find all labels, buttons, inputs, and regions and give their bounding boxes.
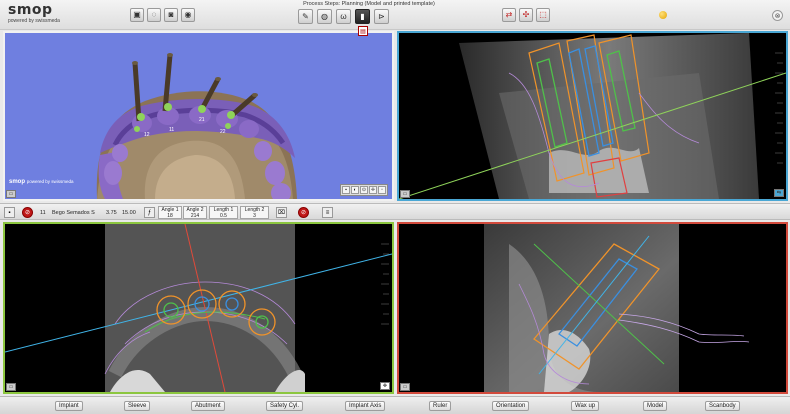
tooth-label-11: 11 [169,127,175,133]
layout-tools-group: ⇄ ✣ ⬚ [502,8,550,22]
logo-subtitle: powered by swissmeda [8,18,60,24]
model-3d-render [96,53,297,199]
app-logo: smop powered by swissmeda [8,2,60,24]
implant-axis-toggle-button[interactable]: Implant Axis [345,401,386,411]
ct-axial-viewport[interactable]: ▭ ✥ [3,222,394,394]
orientation-toggle-button[interactable]: Orientation [492,401,530,411]
layout-icon-1[interactable]: ⇄ [502,8,516,22]
list-icon[interactable]: ≡ [322,207,333,218]
smop-planning-window: smop powered by swissmeda ▣ ◌ ◙ ◉ Proces… [0,0,790,414]
layout-icon-3[interactable]: ⬚ [536,8,550,22]
abutment-toggle-button[interactable]: Abutment [191,401,225,411]
tooth-label-22: 22 [220,129,226,135]
length2-box: Length 2 3 [240,206,269,219]
lock-icon[interactable]: ⊘ [298,207,309,218]
save-icon[interactable]: ▣ [130,8,144,22]
angle1-box: Angle 1 18 [158,206,182,219]
model-toggle-button[interactable]: Model [643,401,668,411]
angle1-value: 18 [167,213,173,219]
model-step-icon[interactable]: ✎ [298,9,313,24]
layout-icon-2[interactable]: ✣ [519,8,533,22]
top-toolbar: smop powered by swissmeda ▣ ◌ ◙ ◉ Proces… [0,0,790,36]
process-step-buttons: ✎ ◍ ω ▮ ⊳ [298,9,389,24]
implant-id: 11 [40,209,46,216]
visibility-toggle-bar: Implant Sleeve Abutment Safety Cyl. Impl… [0,396,790,414]
viewport-logo-text: smop [9,179,26,185]
implant-length: 15.00 [122,209,136,216]
implant-toggle-button[interactable]: Implant [55,401,83,411]
ruler-toggle-button[interactable]: Ruler [429,401,452,411]
teeth-step-icon[interactable]: ω [336,9,351,24]
view-pan-icon[interactable]: ✛ [369,186,377,194]
ct-sagittal-render [484,224,750,392]
implant-step-icon[interactable]: ▮ [355,9,370,24]
sleeve-toggle-button[interactable]: Sleeve [124,401,151,411]
viewport-menu-icon[interactable]: ▭ [400,383,410,391]
length1-box: Length 1 0.5 [209,206,238,219]
scanbody-toggle-button[interactable]: Scanbody [705,401,740,411]
sync-view-icon[interactable]: ⇆ [774,189,784,197]
viewport-logo-sub: powered by swissmeda [26,179,74,184]
implant-name: Bego Semados S [52,209,95,216]
view-zoom-icon[interactable]: ⊙ [360,186,368,194]
stop-icon[interactable]: ⊘ [22,207,33,218]
close-icon[interactable]: ⊗ [772,10,783,21]
ct-axial-render [5,224,392,392]
implant-shape-icon[interactable]: ƒ [144,207,155,218]
viewport-menu-icon[interactable]: ▭ [6,190,16,198]
ct-sagittal-viewport[interactable]: ▭ [397,222,788,394]
implant-info-bar: ▪ ⊘ 11 Bego Semados S 3.75 15.00 ƒ Angle… [0,203,790,220]
safety-cyl-toggle-button[interactable]: Safety Cyl. [266,401,304,411]
status-indicator-icon [659,11,667,19]
delete-icon[interactable]: ⌧ [276,207,287,218]
viewport-logo: smop powered by swissmeda [9,179,73,185]
angle2-box: Angle 2 214 [183,206,207,219]
tooth-label-21: 21 [199,117,205,123]
length1-value: 0.5 [220,213,227,219]
view-front-icon[interactable]: ▪ [342,186,350,194]
tooth-label-12: 12 [144,132,150,138]
template-step-icon[interactable]: ⊳ [374,9,389,24]
model-3d-viewport[interactable]: 12 11 21 22 smop powered by swissmeda ▪ … [3,31,394,201]
wax-up-toggle-button[interactable]: Wax up [571,401,600,411]
fullscreen-icon[interactable]: ✥ [380,382,390,390]
file-tools-group: ▣ ◌ ◙ ◉ [130,8,195,22]
scan-step-icon[interactable]: ◍ [317,9,332,24]
implant-diameter: 3.75 [106,209,117,216]
ct-oblique-render [399,33,786,199]
record-icon[interactable]: ◉ [181,8,195,22]
viewport-menu-icon[interactable]: ▭ [400,190,410,198]
view-rotate-icon[interactable]: ◐ [351,186,359,194]
lightbulb-icon[interactable]: ◌ [147,8,161,22]
ct-oblique-viewport[interactable]: ▭ ⇆ [397,31,788,201]
info-menu-icon[interactable]: ▪ [4,207,15,218]
logo-text: smop [8,2,53,18]
pdf-export-icon[interactable]: ▤ [358,26,368,36]
length2-value: 3 [253,213,256,219]
view-controls: ▪ ◐ ⊙ ✛ ▫ [340,184,388,196]
camera-icon[interactable]: ◙ [164,8,178,22]
process-steps-label: Process Steps: Planning (Model and print… [303,1,435,7]
view-reset-icon[interactable]: ▫ [378,186,386,194]
angle2-value: 214 [190,213,200,219]
viewport-menu-icon[interactable]: ▭ [6,383,16,391]
